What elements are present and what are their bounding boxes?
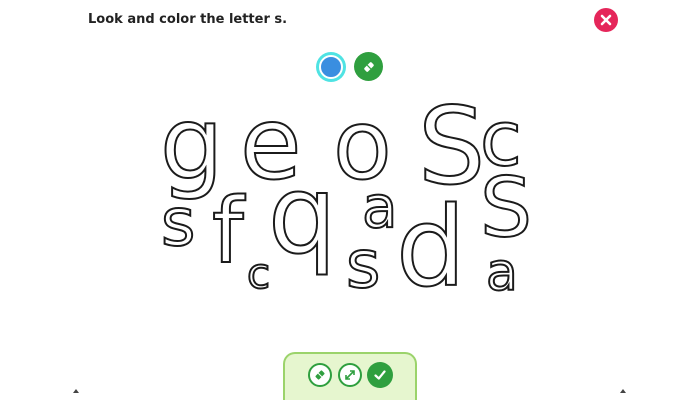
letter-s-right[interactable]: S — [479, 160, 533, 257]
erase-button[interactable] — [308, 363, 332, 387]
done-button[interactable] — [367, 362, 393, 388]
letter-q[interactable]: q — [267, 152, 338, 279]
corner-marker-right — [620, 389, 626, 393]
letter-f[interactable]: f — [211, 178, 247, 285]
resize-button[interactable] — [338, 363, 362, 387]
bottom-toolbar — [283, 352, 417, 400]
corner-marker-left — [73, 389, 79, 393]
letter-s-lower[interactable]: s — [345, 225, 381, 304]
resize-icon — [345, 370, 355, 380]
letter-s-small[interactable]: s — [160, 183, 196, 262]
checkmark-icon — [374, 370, 386, 380]
letter-d[interactable]: d — [395, 182, 467, 312]
letter-a-right[interactable]: a — [485, 242, 519, 304]
letter-c-small[interactable]: c — [246, 248, 271, 299]
letter-canvas: g e o S c s f c q a s d S a — [159, 84, 533, 312]
eraser-icon — [315, 370, 325, 380]
